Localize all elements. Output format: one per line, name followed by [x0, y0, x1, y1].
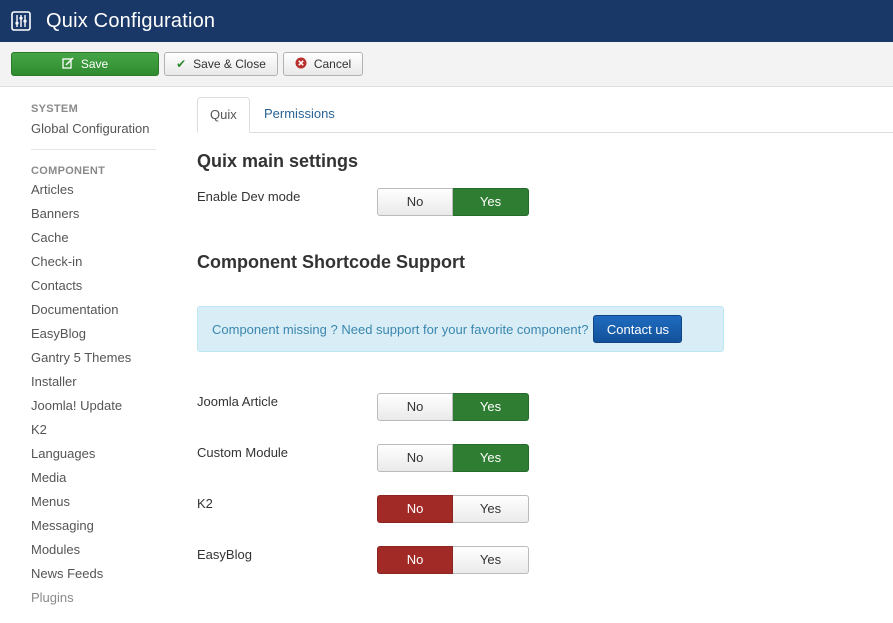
- easyblog-toggle: No Yes: [377, 546, 529, 574]
- tab-permissions[interactable]: Permissions: [252, 97, 347, 133]
- sidebar-item-modules[interactable]: Modules: [31, 538, 156, 562]
- dev-mode-no-option[interactable]: No: [377, 188, 453, 216]
- sidebar-item-documentation[interactable]: Documentation: [31, 298, 156, 322]
- dev-mode-toggle: No Yes: [377, 188, 529, 216]
- sidebar-item-banners[interactable]: Banners: [31, 202, 156, 226]
- sidebar-item-languages[interactable]: Languages: [31, 442, 156, 466]
- tab-bar: Quix Permissions: [197, 97, 893, 133]
- toolbar: Save ✔ Save & Close Cancel: [0, 42, 893, 87]
- setting-label-custom-module: Custom Module: [197, 445, 289, 460]
- custom-module-toggle: No Yes: [377, 444, 529, 472]
- sidebar: SYSTEM Global Configuration COMPONENT Ar…: [31, 87, 156, 610]
- check-icon: ✔: [176, 57, 187, 71]
- sidebar-item-media[interactable]: Media: [31, 466, 156, 490]
- info-alert: Component missing ? Need support for you…: [197, 306, 724, 352]
- save-button[interactable]: Save: [11, 52, 159, 76]
- section-title-shortcode-support: Component Shortcode Support: [197, 252, 465, 272]
- setting-label-easyblog: EasyBlog: [197, 547, 252, 562]
- page-title: Quix Configuration: [46, 9, 216, 32]
- sidebar-item-news-feeds[interactable]: News Feeds: [31, 562, 156, 586]
- setting-label-k2: K2: [197, 496, 213, 511]
- sidebar-item-check-in[interactable]: Check-in: [31, 250, 156, 274]
- sidebar-divider: [31, 149, 156, 150]
- custom-module-no-option[interactable]: No: [377, 444, 453, 472]
- sidebar-item-easyblog[interactable]: EasyBlog: [31, 322, 156, 346]
- dev-mode-label: Enable Dev mode: [197, 189, 301, 204]
- sidebar-item-global-configuration[interactable]: Global Configuration: [31, 117, 156, 141]
- custom-module-yes-option[interactable]: Yes: [453, 444, 529, 472]
- cancel-button[interactable]: Cancel: [283, 52, 363, 76]
- sidebar-item-installer[interactable]: Installer: [31, 370, 156, 394]
- sidebar-item-plugins[interactable]: Plugins: [31, 586, 156, 610]
- sidebar-item-contacts[interactable]: Contacts: [31, 274, 156, 298]
- contact-us-button[interactable]: Contact us: [593, 315, 683, 343]
- section-title-main-settings: Quix main settings: [197, 151, 359, 171]
- sidebar-item-k2[interactable]: K2: [31, 418, 156, 442]
- easyblog-yes-option[interactable]: Yes: [453, 546, 529, 574]
- dev-mode-yes-option[interactable]: Yes: [453, 188, 529, 216]
- easyblog-no-option[interactable]: No: [377, 546, 453, 574]
- tab-quix[interactable]: Quix: [197, 97, 250, 133]
- save-close-button[interactable]: ✔ Save & Close: [164, 52, 278, 76]
- joomla-article-no-option[interactable]: No: [377, 393, 453, 421]
- app-header: Quix Configuration: [0, 0, 893, 42]
- k2-yes-option[interactable]: Yes: [453, 495, 529, 523]
- sliders-icon: [10, 10, 32, 32]
- sidebar-heading-component: COMPONENT: [31, 165, 106, 177]
- edit-icon: [62, 56, 74, 72]
- sidebar-item-menus[interactable]: Menus: [31, 490, 156, 514]
- sidebar-item-joomla-update[interactable]: Joomla! Update: [31, 394, 156, 418]
- joomla-article-toggle: No Yes: [377, 393, 529, 421]
- k2-toggle: No Yes: [377, 495, 529, 523]
- setting-label-joomla-article: Joomla Article: [197, 394, 278, 409]
- save-button-label: Save: [80, 57, 109, 71]
- k2-no-option[interactable]: No: [377, 495, 453, 523]
- sidebar-item-cache[interactable]: Cache: [31, 226, 156, 250]
- sidebar-item-messaging[interactable]: Messaging: [31, 514, 156, 538]
- sidebar-item-gantry-5-themes[interactable]: Gantry 5 Themes: [31, 346, 156, 370]
- save-close-button-label: Save & Close: [193, 57, 266, 71]
- joomla-article-yes-option[interactable]: Yes: [453, 393, 529, 421]
- cancel-icon: [295, 57, 307, 72]
- sidebar-heading-system: SYSTEM: [31, 103, 79, 115]
- cancel-button-label: Cancel: [313, 57, 352, 71]
- alert-message: Component missing ? Need support for you…: [212, 321, 589, 337]
- sidebar-item-articles[interactable]: Articles: [31, 178, 156, 202]
